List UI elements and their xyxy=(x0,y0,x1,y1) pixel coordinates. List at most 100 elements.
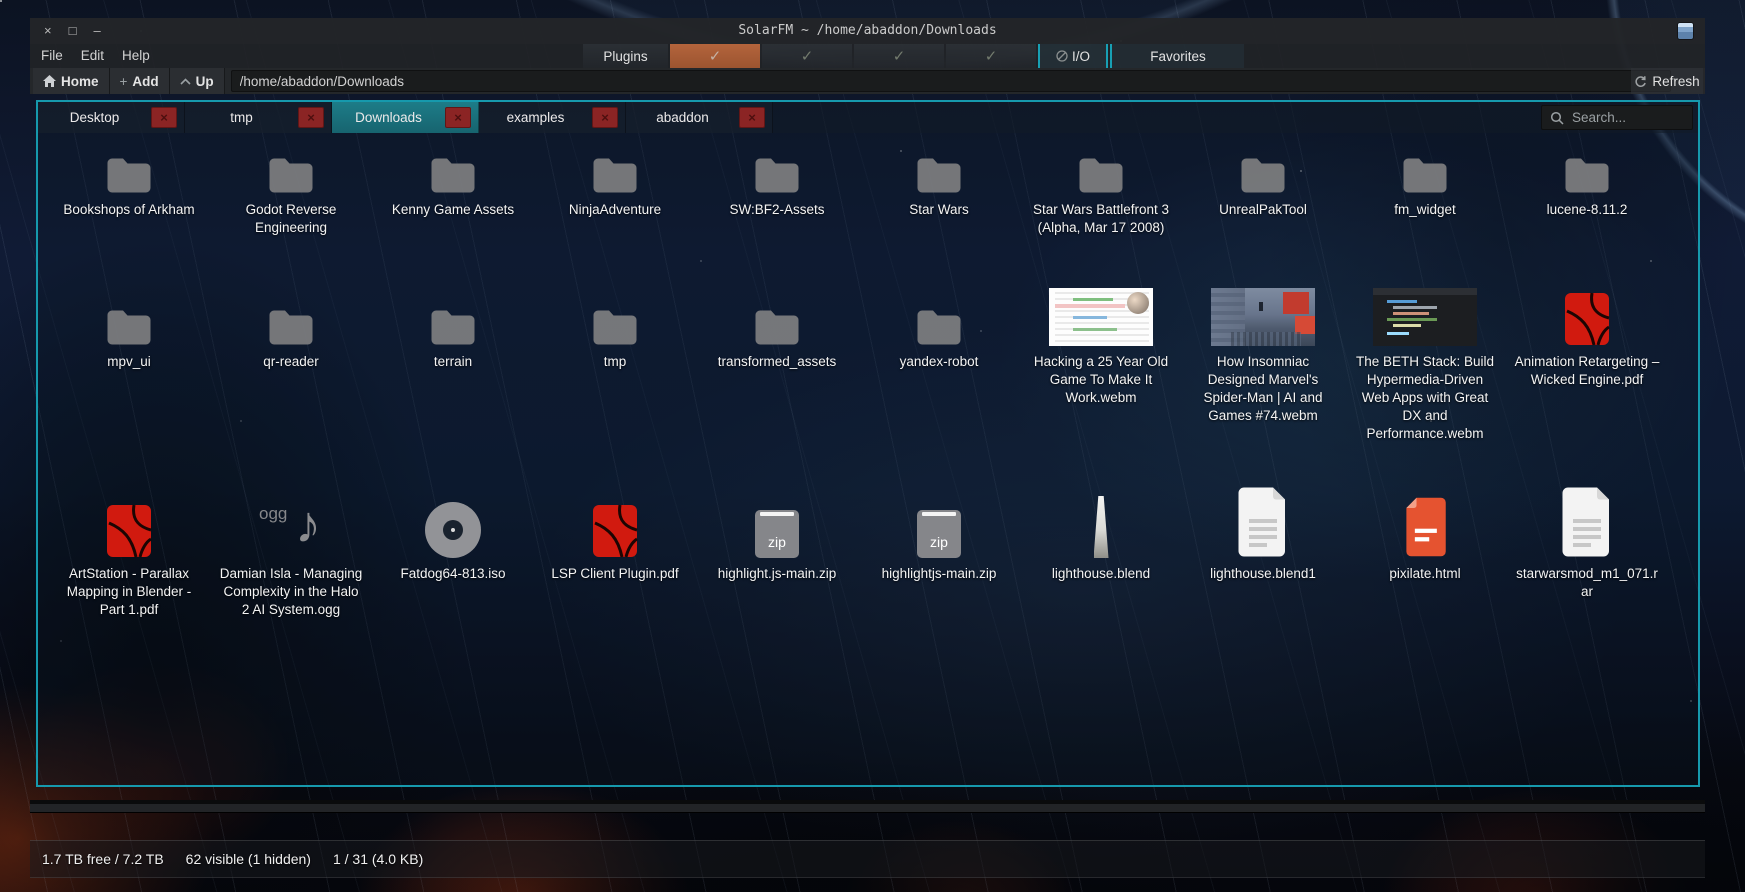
check-icon: ✓ xyxy=(709,47,722,65)
file-icon-box xyxy=(1561,474,1613,558)
tab-close-button[interactable]: × xyxy=(298,107,324,128)
file-label: Damian Isla - Managing Complexity in the… xyxy=(218,565,364,619)
refresh-icon xyxy=(1634,75,1647,88)
folder-icon xyxy=(754,156,800,194)
check-icon: ✓ xyxy=(801,47,814,65)
tab-close-button[interactable]: × xyxy=(445,107,471,128)
folder-icon xyxy=(268,308,314,346)
folder-icon xyxy=(1240,156,1286,194)
file-item[interactable]: SW:BF2-Assets xyxy=(696,134,858,286)
file-item[interactable]: Fatdog64-813.iso xyxy=(372,474,534,704)
tab-close-button[interactable]: × xyxy=(739,107,765,128)
maximize-icon[interactable]: □ xyxy=(69,18,77,44)
favorites-button[interactable]: Favorites xyxy=(1110,44,1244,68)
file-label: Animation Retargeting – Wicked Engine.pd… xyxy=(1514,353,1660,389)
window-controls: × □ – xyxy=(30,18,101,44)
file-item[interactable]: Kenny Game Assets xyxy=(372,134,534,286)
file-item[interactable]: ogg♪ Damian Isla - Managing Complexity i… xyxy=(210,474,372,704)
file-item[interactable]: yandex-robot xyxy=(858,286,1020,474)
file-item[interactable]: transformed_assets xyxy=(696,286,858,474)
file-item[interactable]: Animation Retargeting – Wicked Engine.pd… xyxy=(1506,286,1668,474)
titlebar[interactable]: × □ – SolarFM ~ /home/abaddon/Downloads xyxy=(30,18,1705,44)
path-input[interactable] xyxy=(231,70,1671,92)
file-icon-box xyxy=(1237,474,1289,558)
file-item[interactable]: lucene-8.11.2 xyxy=(1506,134,1668,286)
file-item[interactable]: zip highlightjs-main.zip xyxy=(858,474,1020,704)
document-icon xyxy=(1561,486,1613,558)
file-icon-box xyxy=(106,286,152,346)
tab-label: abaddon xyxy=(626,110,739,125)
file-item[interactable]: qr-reader xyxy=(210,286,372,474)
file-item[interactable]: Hacking a 25 Year Old Game To Make It Wo… xyxy=(1020,286,1182,474)
file-item[interactable]: Bookshops of Arkham xyxy=(48,134,210,286)
file-icon-box xyxy=(430,134,476,194)
clipboard-icon[interactable] xyxy=(1678,23,1693,39)
menu-item-file[interactable]: File xyxy=(32,44,72,68)
file-item[interactable]: lighthouse.blend xyxy=(1020,474,1182,704)
file-label: lighthouse.blend xyxy=(1052,565,1150,583)
file-item[interactable]: terrain xyxy=(372,286,534,474)
file-icon-box xyxy=(1211,286,1315,346)
plugin-check-button-1[interactable]: ✓ xyxy=(670,44,760,68)
plugin-check-buttons: ✓✓✓✓ xyxy=(670,44,1036,68)
file-icon-box xyxy=(754,134,800,194)
tab-close-button[interactable]: × xyxy=(592,107,618,128)
file-item[interactable]: ArtStation - Parallax Mapping in Blender… xyxy=(48,474,210,704)
file-icon-box xyxy=(106,134,152,194)
file-item[interactable]: LSP Client Plugin.pdf xyxy=(534,474,696,704)
menu-item-help[interactable]: Help xyxy=(113,44,159,68)
refresh-button[interactable]: Refresh xyxy=(1631,68,1703,94)
tab-abaddon[interactable]: abaddon × xyxy=(626,102,773,133)
add-label: Add xyxy=(132,74,158,89)
tabs: Desktop × tmp × Downloads × examples × a… xyxy=(38,102,773,133)
tab-examples[interactable]: examples × xyxy=(479,102,626,133)
folder-icon xyxy=(106,156,152,194)
file-label: Hacking a 25 Year Old Game To Make It Wo… xyxy=(1028,353,1174,407)
zip-archive-icon: zip xyxy=(755,510,799,558)
io-label: I/O xyxy=(1072,49,1090,64)
plugins-button[interactable]: Plugins xyxy=(583,44,668,68)
pdf-icon xyxy=(592,504,638,558)
desktop: × □ – SolarFM ~ /home/abaddon/Downloads … xyxy=(0,0,1745,892)
plugin-check-button-2[interactable]: ✓ xyxy=(762,44,852,68)
file-item[interactable]: Star Wars xyxy=(858,134,1020,286)
file-item[interactable]: starwarsmod_m1_071.rar xyxy=(1506,474,1668,704)
video-thumbnail xyxy=(1049,288,1153,346)
tab-desktop[interactable]: Desktop × xyxy=(38,102,185,133)
tab-tmp[interactable]: tmp × xyxy=(185,102,332,133)
io-button[interactable]: I/O xyxy=(1038,44,1108,68)
file-label: lighthouse.blend1 xyxy=(1210,565,1316,583)
file-item[interactable]: Godot Reverse Engineering xyxy=(210,134,372,286)
minimize-icon[interactable]: – xyxy=(93,18,100,44)
refresh-label: Refresh xyxy=(1652,74,1699,89)
menu-item-edit[interactable]: Edit xyxy=(72,44,113,68)
file-item[interactable]: The BETH Stack: Build Hypermedia-Driven … xyxy=(1344,286,1506,474)
up-button[interactable]: Up xyxy=(170,68,225,94)
file-item[interactable]: tmp xyxy=(534,286,696,474)
file-item[interactable]: How Insomniac Designed Marvel's Spider-M… xyxy=(1182,286,1344,474)
file-item[interactable]: lighthouse.blend1 xyxy=(1182,474,1344,704)
file-item[interactable]: pixilate.html xyxy=(1344,474,1506,704)
file-item[interactable]: fm_widget xyxy=(1344,134,1506,286)
plugin-check-button-4[interactable]: ✓ xyxy=(946,44,1036,68)
pane-divider[interactable] xyxy=(30,800,1705,813)
file-item[interactable]: NinjaAdventure xyxy=(534,134,696,286)
file-item[interactable]: mpv_ui xyxy=(48,286,210,474)
file-icon-box xyxy=(1402,134,1448,194)
folder-icon xyxy=(916,308,962,346)
home-button[interactable]: Home xyxy=(33,68,110,94)
file-item[interactable]: UnrealPakTool xyxy=(1182,134,1344,286)
file-item[interactable]: zip highlight.js-main.zip xyxy=(696,474,858,704)
tab-close-button[interactable]: × xyxy=(151,107,177,128)
close-icon[interactable]: × xyxy=(44,18,52,44)
file-icon-box xyxy=(268,286,314,346)
tab-downloads[interactable]: Downloads × xyxy=(332,102,479,133)
add-tab-button[interactable]: + Add xyxy=(110,68,170,94)
folder-icon xyxy=(106,308,152,346)
file-item[interactable]: Star Wars Battlefront 3 (Alpha, Mar 17 2… xyxy=(1020,134,1182,286)
search-input[interactable] xyxy=(1570,109,1692,126)
search-icon xyxy=(1550,111,1564,125)
folder-icon xyxy=(1564,156,1610,194)
plugin-check-button-3[interactable]: ✓ xyxy=(854,44,944,68)
search-box xyxy=(1541,105,1693,130)
